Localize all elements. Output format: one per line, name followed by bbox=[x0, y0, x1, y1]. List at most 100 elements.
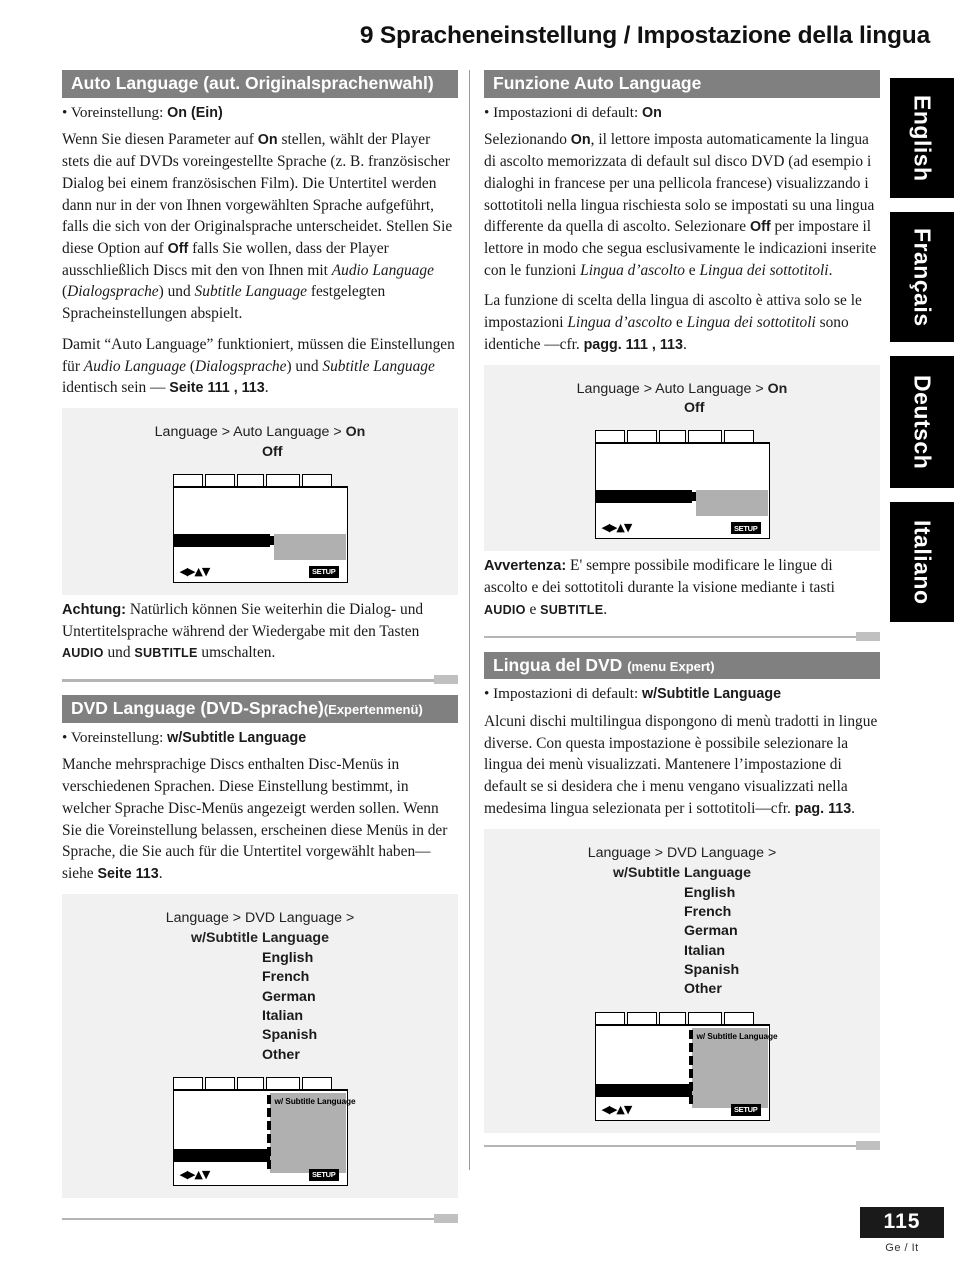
page-reference: Seite 113 bbox=[97, 866, 159, 883]
default-setting-line: • Voreinstellung: w/Subtitle Language bbox=[62, 728, 458, 748]
paragraph-1: Selezionando On, il lettore imposta auto… bbox=[484, 131, 877, 279]
osd-setup-badge: SETUP bbox=[730, 522, 761, 535]
osd-screen-mock: ◀▶▲▼ SETUP bbox=[594, 430, 770, 540]
osd-setup-badge: SETUP bbox=[730, 1103, 761, 1116]
osd-arrow-icons: ◀▶▲▼ bbox=[179, 564, 211, 578]
column-divider bbox=[469, 70, 470, 1170]
language-tab-label: Deutsch bbox=[909, 374, 936, 470]
page-title: 9 Spracheneinstellung / Impostazione del… bbox=[359, 22, 930, 49]
osd-arrow-icons: ◀▶▲▼ bbox=[179, 1167, 211, 1181]
osd-screen-mock: w/ Subtitle Language ◀▶▲▼ SETUP bbox=[172, 1076, 356, 1186]
menu-breadcrumb: Language > DVD Language > w/Subtitle Lan… bbox=[587, 844, 777, 882]
language-tab-english[interactable]: English bbox=[890, 78, 954, 198]
breadcrumb-selected-value: w/Subtitle Language bbox=[191, 930, 329, 947]
default-setting-line: • Impostazioni di default: w/Subtitle La… bbox=[484, 684, 880, 704]
osd-screen-body: ◀▶▲▼ SETUP bbox=[594, 442, 770, 540]
menu-option: English bbox=[684, 884, 736, 901]
osd-screen-mock: ◀▶▲▼ SETUP bbox=[172, 473, 348, 583]
osd-panel-label: w/ Subtitle Language bbox=[696, 1030, 778, 1041]
menu-breadcrumb: Language > DVD Language > w/Subtitle Lan… bbox=[165, 909, 355, 947]
menu-option: Off bbox=[262, 443, 283, 460]
osd-highlight-row bbox=[173, 1148, 270, 1162]
osd-setup-badge: SETUP bbox=[308, 565, 339, 578]
default-setting-line: • Impostazioni di default: On bbox=[484, 103, 880, 123]
menu-option: Italian bbox=[684, 942, 725, 959]
left-column: Auto Language (aut. Originalsprachenwahl… bbox=[62, 70, 458, 1234]
language-tab-label: Français bbox=[909, 227, 936, 327]
default-setting-label: • Voreinstellung: bbox=[62, 728, 168, 746]
default-setting-value: On (Ein) bbox=[167, 104, 223, 121]
note-lead-label: Avvertenza: bbox=[484, 558, 567, 575]
menu-option: Spanish bbox=[684, 962, 740, 979]
default-setting-label: • Voreinstellung: bbox=[62, 103, 168, 121]
osd-cursor-icon bbox=[691, 492, 696, 502]
key-subtitle: SUBTITLE bbox=[540, 602, 604, 617]
default-setting-label: • Impostazioni di default: bbox=[484, 103, 643, 121]
language-tab-label: Italiano bbox=[909, 519, 936, 605]
page-footer: 115 Ge / It bbox=[860, 1207, 944, 1254]
paragraph-2: Damit “Auto Language” funktioniert, müss… bbox=[62, 335, 455, 397]
illustration-dvd-language: Language > DVD Language > w/Subtitle Lan… bbox=[62, 893, 458, 1198]
illustration-auto-language: Language > Auto Language > On Off ◀▶▲▼ S… bbox=[62, 408, 458, 595]
osd-list-marker bbox=[266, 1159, 271, 1169]
breadcrumb-selected-value: w/Subtitle Language bbox=[613, 865, 751, 882]
key-audio: AUDIO bbox=[484, 602, 526, 617]
osd-highlight-row bbox=[595, 490, 692, 504]
language-tab-francais[interactable]: Français bbox=[890, 212, 954, 342]
key-audio: AUDIO bbox=[62, 646, 104, 661]
menu-breadcrumb: Language > Auto Language > On bbox=[576, 380, 788, 397]
menu-option: German bbox=[684, 923, 738, 940]
section-divider-rule-bottom bbox=[62, 1212, 458, 1226]
section-header-title: Funzione Auto Language bbox=[493, 73, 702, 93]
page-language-code: Ge / It bbox=[885, 1242, 919, 1254]
osd-list-marker bbox=[266, 1120, 271, 1130]
menu-option: German bbox=[262, 988, 316, 1005]
osd-setup-badge: SETUP bbox=[308, 1168, 339, 1181]
menu-option: Italian bbox=[262, 1007, 303, 1024]
page-reference: Seite 111 , 113 bbox=[169, 380, 265, 397]
menu-option: French bbox=[262, 969, 310, 986]
divider-end-block bbox=[856, 631, 880, 641]
section-header-funzione-auto-language: Funzione Auto Language bbox=[484, 70, 880, 98]
osd-screen-mock: w/ Subtitle Language ◀▶▲▼ SETUP bbox=[594, 1011, 778, 1121]
menu-option: Other bbox=[684, 981, 722, 998]
note-achtung: Achtung: Natürlich können Sie weiterhin … bbox=[62, 600, 424, 662]
language-tab-deutsch[interactable]: Deutsch bbox=[890, 356, 954, 488]
divider-end-block bbox=[434, 675, 458, 685]
menu-option: French bbox=[684, 904, 732, 921]
default-setting-value: w/Subtitle Language bbox=[642, 686, 782, 703]
divider-end-block bbox=[434, 1213, 458, 1223]
language-tab-strip: English Français Deutsch Italiano bbox=[890, 78, 954, 636]
page-reference: pagg. 111 , 113 bbox=[583, 336, 683, 353]
note-lead-label: Achtung: bbox=[62, 601, 127, 618]
osd-list-marker bbox=[266, 1107, 271, 1117]
section-header-dvd-language: DVD Language (DVD-Sprache)(Expertenmenü) bbox=[62, 695, 458, 723]
osd-list-marker bbox=[266, 1133, 271, 1143]
section-divider-rule bbox=[484, 630, 880, 644]
section-header-subtitle: (menu Expert) bbox=[627, 658, 715, 674]
language-tab-label: English bbox=[909, 94, 936, 182]
paragraph-3: Alcuni dischi multilingua dispongono di … bbox=[484, 713, 878, 817]
page-reference: pag. 113 bbox=[794, 800, 852, 817]
osd-list-marker bbox=[688, 1068, 693, 1078]
language-tab-italiano[interactable]: Italiano bbox=[890, 502, 954, 622]
menu-option: English bbox=[262, 949, 314, 966]
note-avvertenza: Avvertenza: E' sempre possibile modifica… bbox=[484, 557, 835, 618]
divider-line bbox=[62, 679, 458, 682]
osd-list-marker bbox=[688, 1094, 693, 1104]
section-divider-rule-bottom bbox=[484, 1139, 880, 1153]
osd-list-marker bbox=[266, 1146, 271, 1156]
breadcrumb-selected-value: On bbox=[767, 380, 788, 397]
menu-option-list: English French German Italian Spanish Ot… bbox=[684, 884, 802, 1000]
section-header-auto-language: Auto Language (aut. Originalsprachenwahl… bbox=[62, 70, 458, 98]
menu-option-list: Off bbox=[262, 443, 380, 462]
osd-value-panel bbox=[695, 490, 768, 517]
osd-cursor-icon bbox=[266, 1094, 271, 1104]
osd-screen-body: w/ Subtitle Language ◀▶▲▼ SETUP bbox=[594, 1023, 778, 1121]
osd-arrow-icons: ◀▶▲▼ bbox=[601, 521, 633, 535]
divider-line bbox=[484, 635, 880, 639]
osd-arrow-icons: ◀▶▲▼ bbox=[601, 1102, 633, 1116]
menu-option: Spanish bbox=[262, 1027, 318, 1044]
menu-breadcrumb: Language > Auto Language > On bbox=[154, 424, 366, 441]
illustration-auto-language: Language > Auto Language > On Off ◀▶▲▼ S… bbox=[484, 364, 880, 552]
